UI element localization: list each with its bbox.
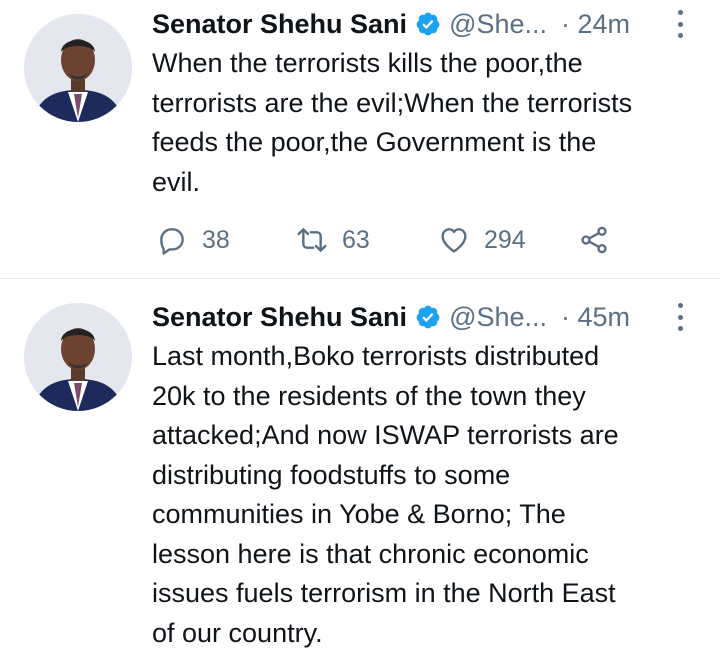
tweet-header: Senator Shehu Sani @She... · 24m: [152, 6, 706, 42]
reply-count: 38: [202, 225, 230, 254]
like-button[interactable]: 294: [438, 224, 578, 256]
tweet-actions: 38 63 294: [156, 218, 610, 262]
author-name[interactable]: Senator Shehu Sani: [152, 302, 407, 333]
more-options-icon[interactable]: [676, 303, 684, 331]
share-button[interactable]: [578, 224, 610, 256]
retweet-count: 63: [342, 225, 370, 254]
share-icon: [581, 226, 607, 254]
reply-button[interactable]: 38: [156, 224, 296, 256]
tweet[interactable]: Senator Shehu Sani @She... · 24m When th…: [0, 0, 720, 279]
avatar[interactable]: [24, 303, 132, 411]
more-options-icon[interactable]: [676, 10, 684, 38]
author-handle[interactable]: @She...: [449, 9, 547, 40]
avatar[interactable]: [24, 14, 132, 122]
retweet-button[interactable]: 63: [296, 224, 438, 256]
like-icon: [441, 228, 467, 253]
verified-badge-icon: [415, 304, 441, 330]
tweet-time[interactable]: · 24m: [561, 9, 630, 40]
author-name[interactable]: Senator Shehu Sani: [152, 9, 407, 40]
tweet-text: When the terrorists kills the poor,the t…: [152, 48, 633, 197]
tweet-header: Senator Shehu Sani @She... · 45m: [152, 299, 706, 335]
tweet-time[interactable]: · 45m: [561, 302, 630, 333]
verified-badge-icon: [415, 11, 441, 37]
reply-icon: [160, 228, 184, 255]
tweet-text: Last month,Boko terrorists distributed 2…: [152, 341, 619, 648]
author-handle[interactable]: @She...: [449, 302, 547, 333]
like-count: 294: [484, 225, 526, 254]
retweet-icon: [297, 228, 327, 252]
tweet[interactable]: Senator Shehu Sani @She... · 45m Last mo…: [0, 279, 720, 654]
